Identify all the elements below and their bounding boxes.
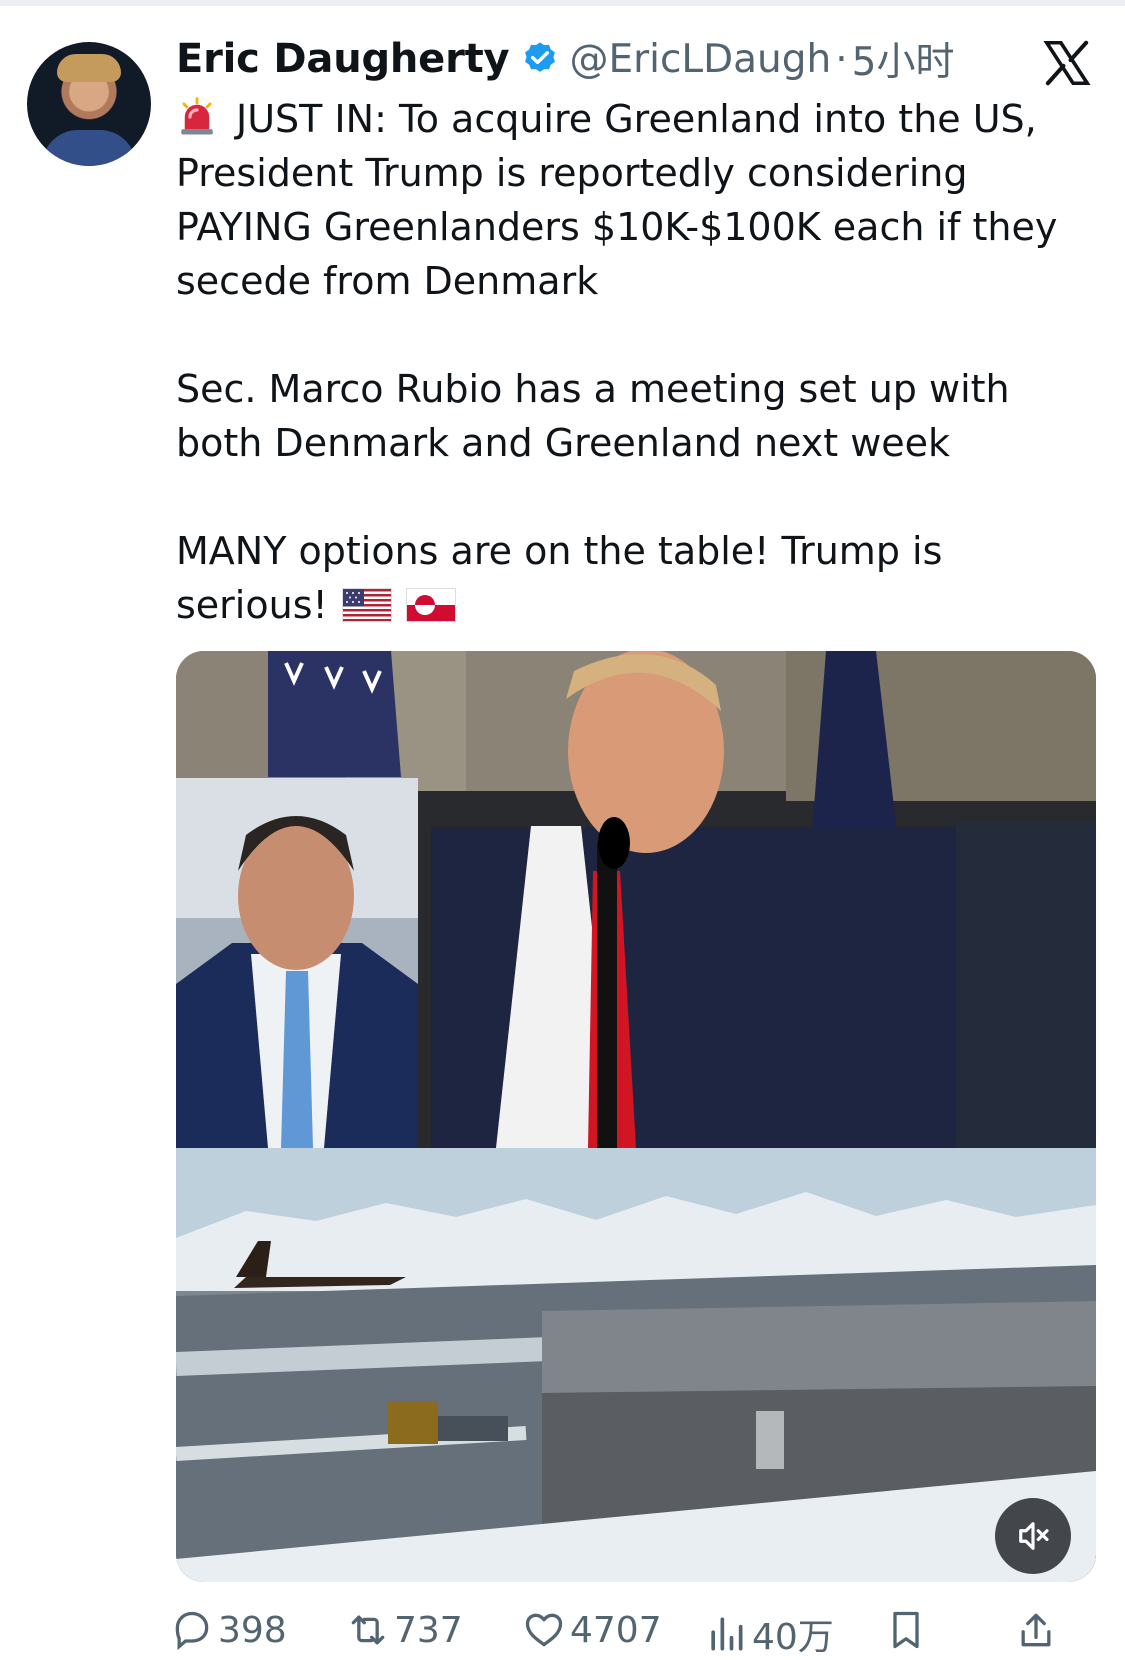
avatar-hair xyxy=(57,54,121,82)
tweet-actions: 398 737 4707 40万 xyxy=(170,1608,1100,1658)
tweet-paragraph-3: MANY options are on the table! Trump is … xyxy=(176,524,1086,632)
share-action[interactable] xyxy=(1014,1608,1062,1652)
tweet-header: Eric Daugherty @EricLDaugh · 5小时 xyxy=(176,30,954,88)
blue-tie xyxy=(281,971,313,1148)
greenland-flag-icon xyxy=(405,588,456,622)
heart-icon xyxy=(525,1613,563,1647)
tweet-paragraph-2: Sec. Marco Rubio has a meeting set up wi… xyxy=(176,367,1010,465)
reply-count: 398 xyxy=(218,1609,287,1651)
tweet-line-3: MANY options are on the table! Trump is … xyxy=(176,529,943,627)
avatar[interactable] xyxy=(27,42,151,166)
mute-button[interactable] xyxy=(995,1498,1071,1574)
x-logo-icon[interactable] xyxy=(1040,36,1094,90)
microphone-stand xyxy=(597,843,617,1148)
top-divider xyxy=(0,0,1125,6)
repost-count: 737 xyxy=(394,1609,463,1651)
author-handle[interactable]: @EricLDaugh xyxy=(569,37,831,82)
bookmark-icon xyxy=(893,1611,919,1649)
tweet-line-1: JUST IN: To acquire Greenland into the U… xyxy=(176,97,1058,303)
tweet-body: JUST IN: To acquire Greenland into the U… xyxy=(176,92,1086,632)
snow-plow xyxy=(388,1401,438,1444)
verified-badge-icon xyxy=(525,42,556,72)
like-count: 4707 xyxy=(570,1609,662,1651)
view-count: 40万 xyxy=(752,1617,834,1658)
reply-icon xyxy=(175,1611,209,1651)
post-time[interactable]: 5小时 xyxy=(852,31,955,87)
views-action[interactable]: 40万 xyxy=(704,1608,834,1660)
hangar-roof xyxy=(542,1301,1096,1393)
siren-icon xyxy=(181,97,213,135)
repost-action[interactable]: 737 xyxy=(346,1608,463,1652)
share-icon xyxy=(1021,1613,1051,1647)
repost-icon xyxy=(351,1615,385,1645)
media-image xyxy=(176,651,1096,1582)
views-chart-icon xyxy=(711,1617,743,1651)
like-action[interactable]: 4707 xyxy=(522,1608,662,1652)
tweet-paragraph-1: JUST IN: To acquire Greenland into the U… xyxy=(176,92,1086,308)
microphone xyxy=(598,817,630,869)
mute-icon xyxy=(1019,1522,1049,1550)
reply-action[interactable]: 398 xyxy=(170,1608,287,1652)
tweet-media[interactable] xyxy=(176,651,1096,1582)
author-name[interactable]: Eric Daugherty xyxy=(176,36,510,82)
bookmark-action[interactable] xyxy=(884,1608,932,1652)
avatar-shirt xyxy=(42,130,136,166)
separator-dot: · xyxy=(835,36,848,82)
us-flag-icon xyxy=(341,588,392,622)
